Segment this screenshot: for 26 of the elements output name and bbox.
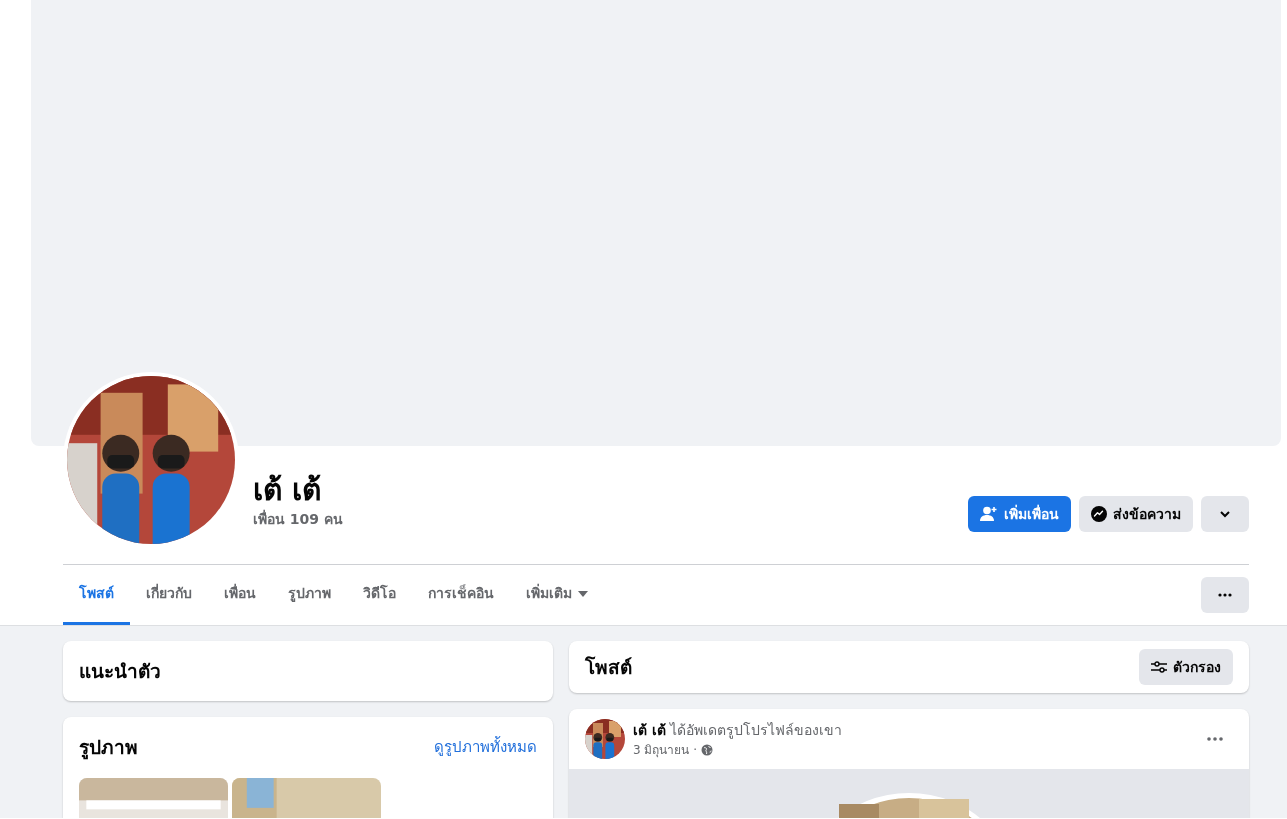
friend-count[interactable]: เพื่อน 109 คน (253, 509, 343, 530)
more-button[interactable] (1201, 577, 1249, 613)
globe-icon (701, 743, 714, 756)
intro-title: แนะนำตัว (79, 658, 161, 684)
post-headline: เต้ เต้ ได้อัพเดตรูปโปรไฟล์ของเขา (633, 720, 844, 741)
profile-tab[interactable]: เพิ่มเติม (510, 565, 604, 625)
profile-name: เต้ เต้ (253, 471, 323, 508)
profile-tab[interactable]: เพื่อน (208, 565, 272, 625)
message-button[interactable]: ส่งข้อความ (1079, 496, 1193, 532)
posts-title: โพสต์ (585, 654, 632, 680)
add-friend-button[interactable]: เพิ่มเพื่อน (968, 496, 1071, 532)
profile-tab[interactable]: การเช็คอิน (412, 565, 510, 625)
post-date[interactable]: 3 มิถุนายน · (633, 740, 698, 759)
more-icon (1218, 593, 1232, 597)
profile-tab[interactable]: วิดีโอ (347, 565, 412, 625)
filter-button[interactable]: ตัวกรอง (1139, 649, 1233, 685)
messenger-icon (1091, 506, 1107, 522)
filter-icon (1151, 661, 1167, 673)
profile-tab[interactable]: รูปภาพ (272, 565, 347, 625)
profile-tab[interactable]: เกี่ยวกับ (130, 565, 208, 625)
dropdown-button[interactable] (1201, 496, 1249, 532)
photos-title: รูปภาพ (79, 735, 138, 762)
see-all-photos-link[interactable]: ดูรูปภาพทั้งหมด (434, 736, 537, 759)
more-icon[interactable] (1207, 737, 1223, 741)
add-friend-icon (980, 506, 998, 522)
chevron-down-icon (1219, 510, 1231, 518)
